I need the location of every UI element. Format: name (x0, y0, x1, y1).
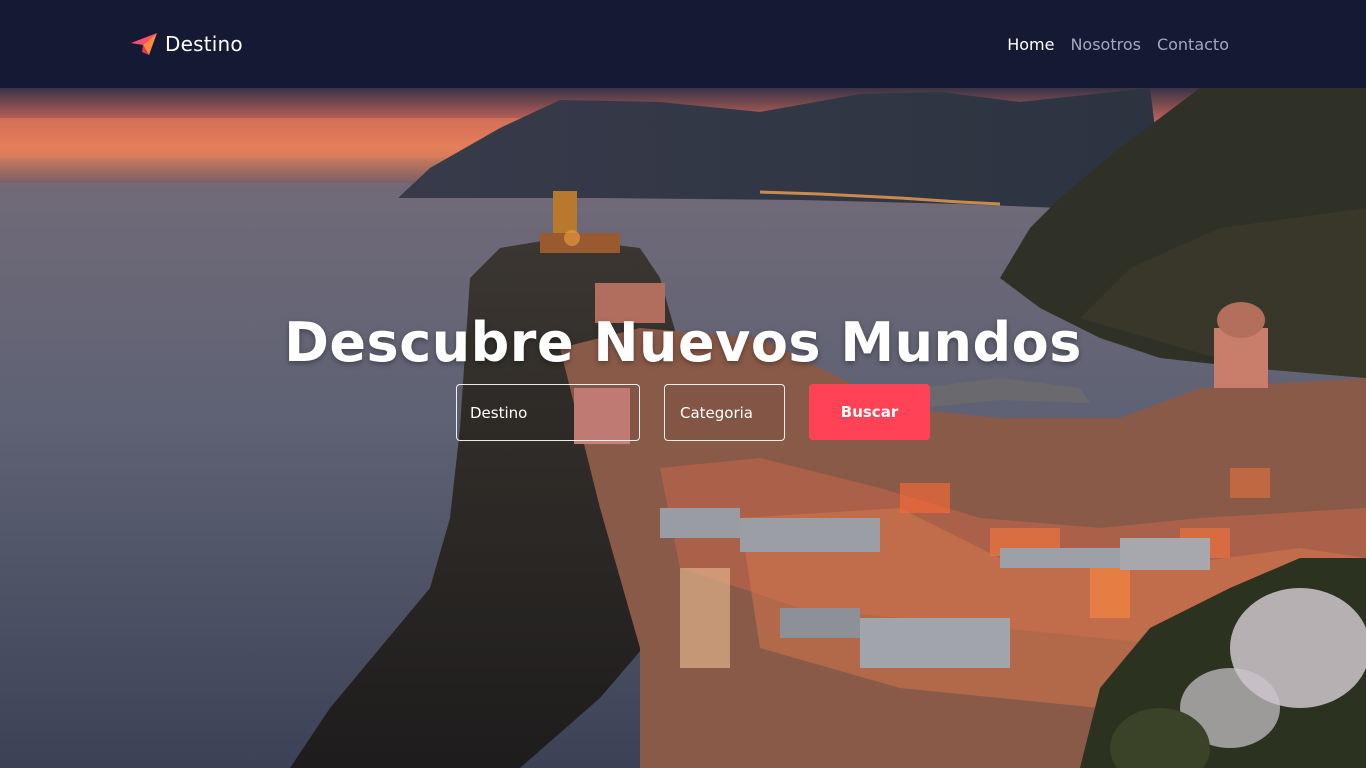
brand-logo[interactable]: Destino (130, 32, 243, 56)
nav-link-home[interactable]: Home (1007, 35, 1054, 54)
main-nav: Home Nosotros Contacto (1007, 35, 1229, 54)
destination-field[interactable]: Destino (456, 384, 640, 441)
search-form: Destino Categoria Buscar (456, 384, 930, 441)
search-button[interactable]: Buscar (809, 384, 930, 440)
nav-link-nosotros[interactable]: Nosotros (1070, 35, 1141, 54)
nav-link-contacto[interactable]: Contacto (1157, 35, 1229, 54)
category-field[interactable]: Categoria (664, 384, 785, 441)
brand-name: Destino (165, 32, 243, 56)
hero-section: Descubre Nuevos Mundos Destino Categoria… (0, 88, 1366, 768)
navbar: Destino Home Nosotros Contacto (0, 0, 1366, 88)
paper-plane-icon (130, 32, 158, 56)
hero-title: Descubre Nuevos Mundos (284, 311, 1082, 374)
hero-content: Descubre Nuevos Mundos Destino Categoria… (0, 310, 1366, 441)
